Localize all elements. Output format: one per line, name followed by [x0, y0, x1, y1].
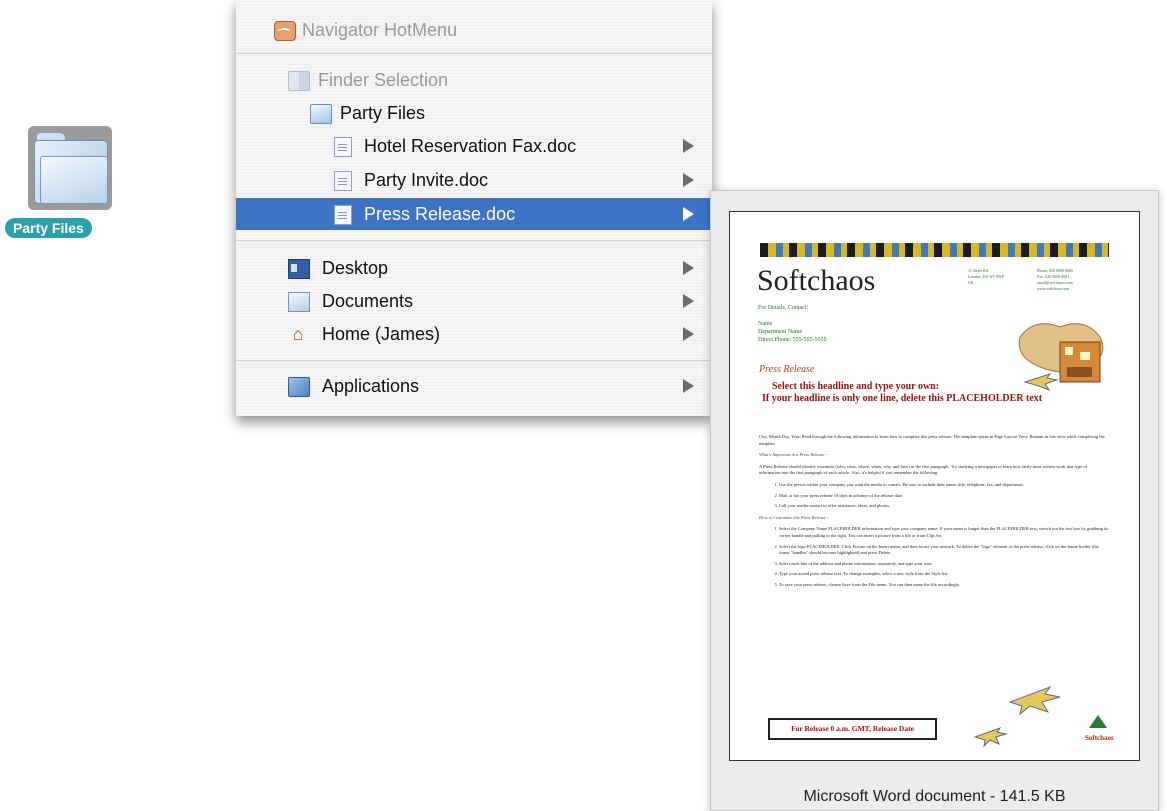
word-doc-icon — [334, 171, 352, 191]
submenu-arrow-icon — [683, 173, 694, 187]
document-page-thumbnail: Softchaos 11 Street Rd London, UK W1 9WP… — [729, 211, 1140, 761]
word-doc-icon — [334, 205, 352, 225]
navigator-hotmenu: Navigator HotMenu Finder Selection Party… — [236, 0, 712, 416]
menu-item-file-selected[interactable]: Press Release.doc — [236, 198, 712, 230]
document-preview: Softchaos 11 Street Rd London, UK W1 9WP… — [710, 190, 1159, 811]
doc-brand-small: Softchaos — [1085, 734, 1114, 742]
menu-item-party-files[interactable]: Party Files — [236, 97, 712, 129]
word-doc-icon — [334, 137, 352, 157]
applications-icon — [288, 377, 310, 397]
doc-address: 11 Street Rd London, UK W1 9WP UK — [968, 268, 1004, 285]
menu-item-file[interactable]: Hotel Reservation Fax.doc — [236, 130, 712, 162]
airplane-clipart — [973, 685, 1061, 748]
doc-body: City, Month Day, Year: Read through the … — [759, 434, 1109, 594]
desktop-folder-party-files[interactable] — [28, 126, 114, 210]
menu-item-finder-selection: Finder Selection — [236, 64, 712, 96]
desktop-icon — [288, 259, 310, 279]
documents-folder-icon — [288, 292, 310, 312]
brand-logo-icon — [1089, 715, 1107, 728]
submenu-arrow-icon — [683, 294, 694, 308]
menu-item-home[interactable]: ⌂ Home (James) — [236, 318, 712, 350]
preview-caption: Microsoft Word document - 141.5 KB — [803, 788, 1066, 805]
doc-contact: For Details, Contact: Name Department Na… — [758, 305, 827, 343]
navigator-app-icon — [274, 21, 296, 41]
folder-icon — [310, 104, 332, 124]
folder-icon — [28, 126, 112, 210]
doc-release-date-box: For Release 0 a.m. GMT, Release Date — [768, 718, 937, 740]
menu-title: Navigator HotMenu — [236, 14, 712, 46]
menu-item-applications[interactable]: Applications — [236, 370, 712, 402]
doc-headline: Select this headline and type your own: … — [762, 381, 1043, 404]
doc-section-title: Press Release — [759, 364, 815, 375]
submenu-arrow-icon — [683, 261, 694, 275]
submenu-arrow-icon — [683, 207, 694, 221]
desktop-folder-label[interactable]: Party Files — [5, 218, 92, 238]
submenu-arrow-icon — [683, 327, 694, 341]
doc-phone-info: Phone: 020 0000 0000 Fax: 020 0000 0001 … — [1037, 268, 1074, 291]
menu-item-desktop[interactable]: Desktop — [236, 252, 712, 284]
finder-icon — [288, 71, 310, 91]
submenu-arrow-icon — [683, 139, 694, 153]
decorative-border — [760, 243, 1109, 257]
doc-company-name: Softchaos — [757, 264, 876, 297]
menu-item-documents[interactable]: Documents — [236, 285, 712, 317]
submenu-arrow-icon — [683, 379, 694, 393]
menu-item-file[interactable]: Party Invite.doc — [236, 164, 712, 196]
home-icon: ⌂ — [292, 324, 304, 344]
